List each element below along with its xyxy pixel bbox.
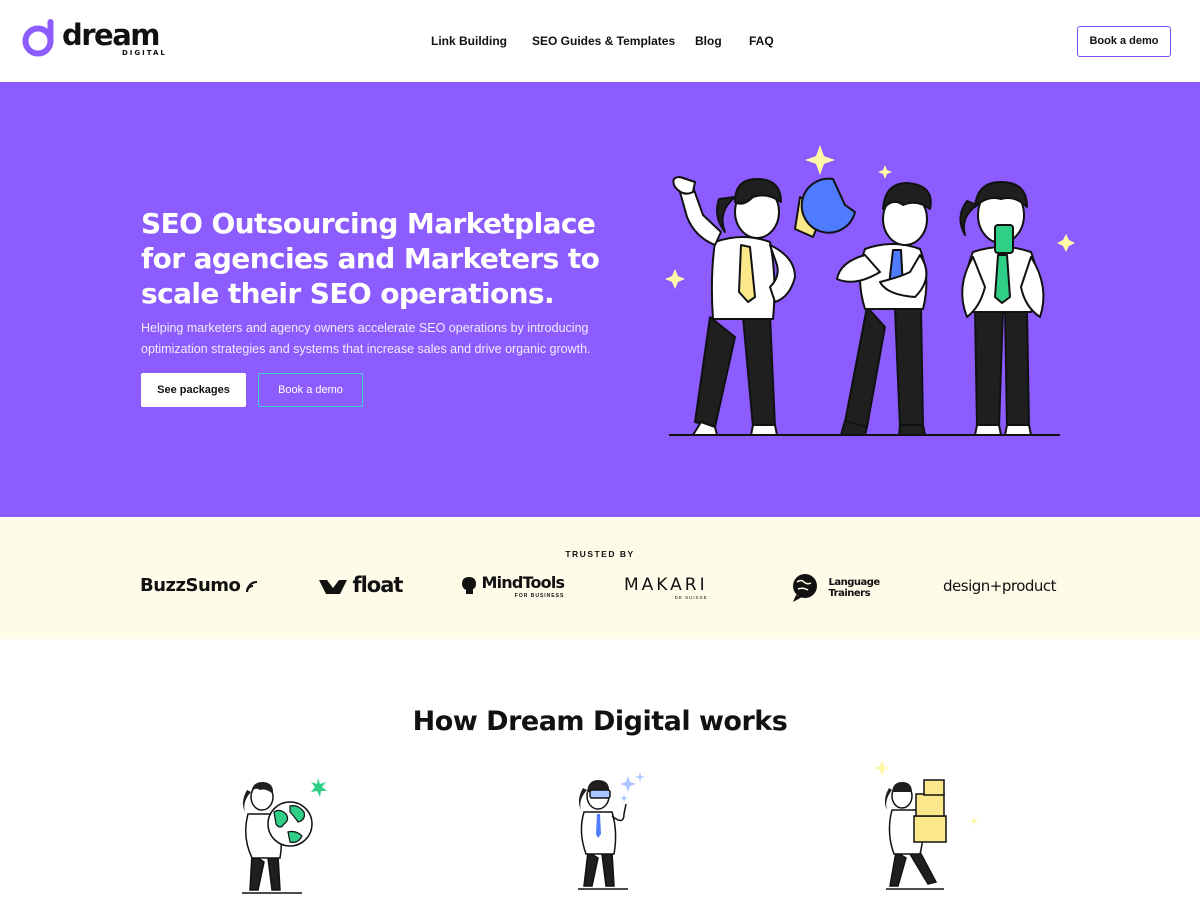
- book-demo-button[interactable]: Book a demo: [1077, 26, 1171, 57]
- see-packages-button[interactable]: See packages: [141, 373, 246, 407]
- brand-logo-language-trainers: Language Trainers: [788, 573, 880, 605]
- team-illustration: [665, 145, 1075, 436]
- how-it-works-title: How Dream Digital works: [412, 706, 788, 737]
- brand-logo-mindtools: MindTools FOR BUSINESS: [461, 573, 565, 605]
- makari-wordmark: MAKARI: [624, 575, 708, 595]
- brand-logo-makari: MAKARI DE SUISSE: [624, 575, 708, 607]
- brand-logo-buzzsumo: BuzzSumo: [140, 575, 259, 607]
- logo-tagline: DIGITAL: [122, 49, 167, 57]
- hero-subtitle: Helping marketers and agency owners acce…: [141, 321, 591, 356]
- brand-logo-design-product: design+product: [943, 577, 1057, 609]
- trusted-by-section: TRUSTED BY BuzzSumo float MindTools FOR …: [0, 517, 1200, 639]
- buzzsumo-wordmark: BuzzSumo: [140, 575, 241, 596]
- float-wordmark: float: [352, 573, 403, 597]
- signal-icon: [245, 580, 257, 592]
- language-wordmark: Language: [828, 577, 880, 588]
- mindtools-wordmark: MindTools: [481, 573, 565, 592]
- globe-speech-icon: [793, 574, 817, 602]
- step-1-globe-illustration: [242, 778, 327, 894]
- trainers-wordmark: Trainers: [828, 588, 871, 599]
- nav-link-seo-guides[interactable]: SEO Guides & Templates: [532, 33, 675, 49]
- main-nav: Link Building SEO Guides & Templates Blo…: [0, 33, 1200, 49]
- hero-section: SEO Outsourcing Marketplace for agencies…: [0, 82, 1200, 517]
- hero-title: SEO Outsourcing Marketplace for agencies…: [141, 207, 600, 310]
- design-product-wordmark: design+product: [943, 577, 1057, 595]
- head-icon: [462, 577, 476, 594]
- boat-icon: [319, 580, 347, 594]
- step-3-boxes-illustration: [874, 760, 979, 890]
- nav-link-blog[interactable]: Blog: [695, 33, 722, 49]
- step-2-vr-illustration: [578, 772, 645, 890]
- trusted-label: TRUSTED BY: [565, 549, 635, 559]
- brand-logo-float: float: [318, 573, 403, 605]
- site-header: dream DIGITAL Link Building SEO Guides &…: [0, 0, 1200, 82]
- hero-book-demo-button[interactable]: Book a demo: [258, 373, 363, 407]
- mindtools-sub: FOR BUSINESS: [514, 593, 565, 599]
- makari-sub: DE SUISSE: [674, 595, 708, 600]
- nav-link-faq[interactable]: FAQ: [749, 33, 774, 49]
- nav-link-link-building[interactable]: Link Building: [431, 33, 507, 49]
